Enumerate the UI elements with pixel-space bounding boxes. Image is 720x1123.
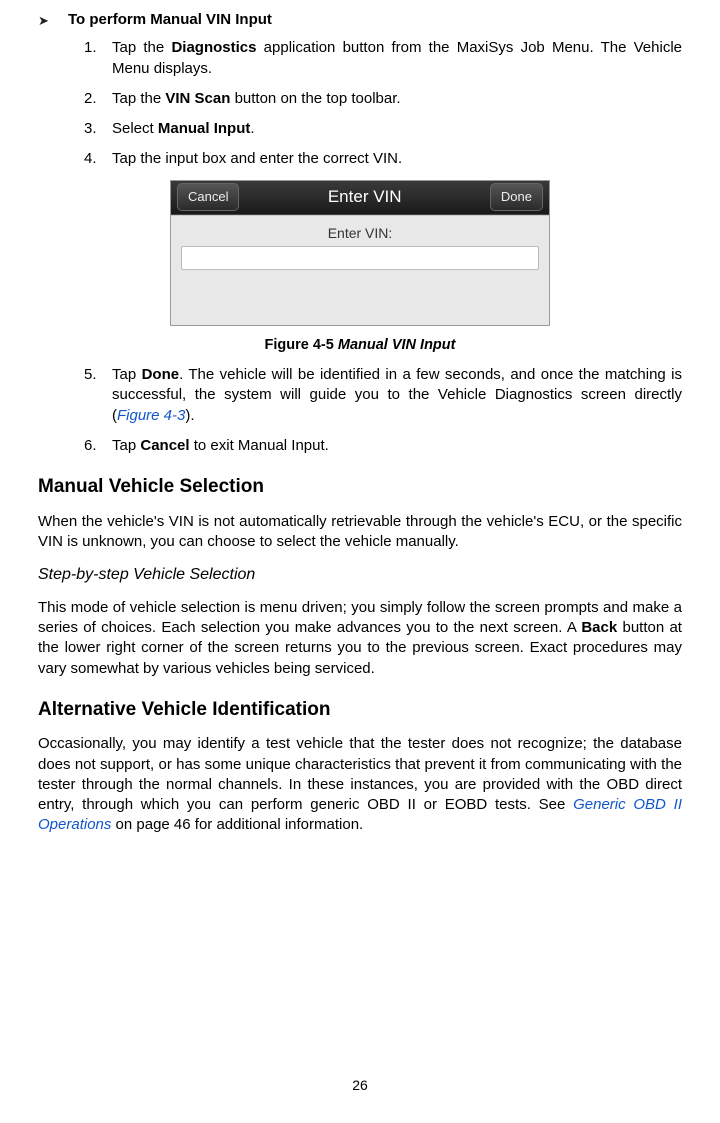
- heading-step-by-step: Step-by-step Vehicle Selection: [38, 564, 682, 586]
- step-number: 6.: [84, 436, 112, 456]
- figure-caption: Figure 4-5 Manual VIN Input: [38, 336, 682, 356]
- dialog-title: Enter VIN: [239, 186, 489, 209]
- page-number: 26: [0, 1076, 720, 1095]
- steps-list-2: 5. Tap Done. The vehicle will be identif…: [84, 365, 682, 456]
- step-number: 3.: [84, 119, 112, 139]
- steps-list-1: 1. Tap the Diagnostics application butto…: [84, 38, 682, 169]
- enter-vin-dialog: Cancel Enter VIN Done Enter VIN:: [170, 180, 550, 326]
- step-number: 4.: [84, 149, 112, 169]
- step-number: 1.: [84, 38, 112, 79]
- paragraph: Occasionally, you may identify a test ve…: [38, 734, 682, 835]
- figure-screenshot: Cancel Enter VIN Done Enter VIN:: [38, 180, 682, 326]
- list-item: 4. Tap the input box and enter the corre…: [84, 149, 682, 169]
- list-item: 1. Tap the Diagnostics application butto…: [84, 38, 682, 79]
- dialog-body: Enter VIN:: [171, 215, 549, 325]
- step-text: Tap the VIN Scan button on the top toolb…: [112, 89, 682, 109]
- list-item: 5. Tap Done. The vehicle will be identif…: [84, 365, 682, 426]
- heading-manual-vehicle-selection: Manual Vehicle Selection: [38, 474, 682, 500]
- step-text: Select Manual Input.: [112, 119, 682, 139]
- cancel-button[interactable]: Cancel: [177, 183, 239, 211]
- triangle-right-icon: ➤: [38, 10, 68, 30]
- paragraph: When the vehicle's VIN is not automatica…: [38, 512, 682, 553]
- vin-label: Enter VIN:: [181, 224, 539, 243]
- dialog-titlebar: Cancel Enter VIN Done: [171, 181, 549, 215]
- heading-alternative-vehicle-id: Alternative Vehicle Identification: [38, 697, 682, 723]
- step-number: 2.: [84, 89, 112, 109]
- step-text: Tap Cancel to exit Manual Input.: [112, 436, 682, 456]
- done-button[interactable]: Done: [490, 183, 543, 211]
- step-number: 5.: [84, 365, 112, 426]
- paragraph: This mode of vehicle selection is menu d…: [38, 598, 682, 679]
- vin-input[interactable]: [181, 246, 539, 270]
- step-text: Tap Done. The vehicle will be identified…: [112, 365, 682, 426]
- step-text: Tap the Diagnostics application button f…: [112, 38, 682, 79]
- list-item: 2. Tap the VIN Scan button on the top to…: [84, 89, 682, 109]
- procedure-heading: ➤ To perform Manual VIN Input: [38, 10, 682, 30]
- step-text: Tap the input box and enter the correct …: [112, 149, 682, 169]
- list-item: 6. Tap Cancel to exit Manual Input.: [84, 436, 682, 456]
- procedure-title: To perform Manual VIN Input: [68, 10, 272, 30]
- figure-link[interactable]: Figure 4-3: [117, 407, 185, 424]
- list-item: 3. Select Manual Input.: [84, 119, 682, 139]
